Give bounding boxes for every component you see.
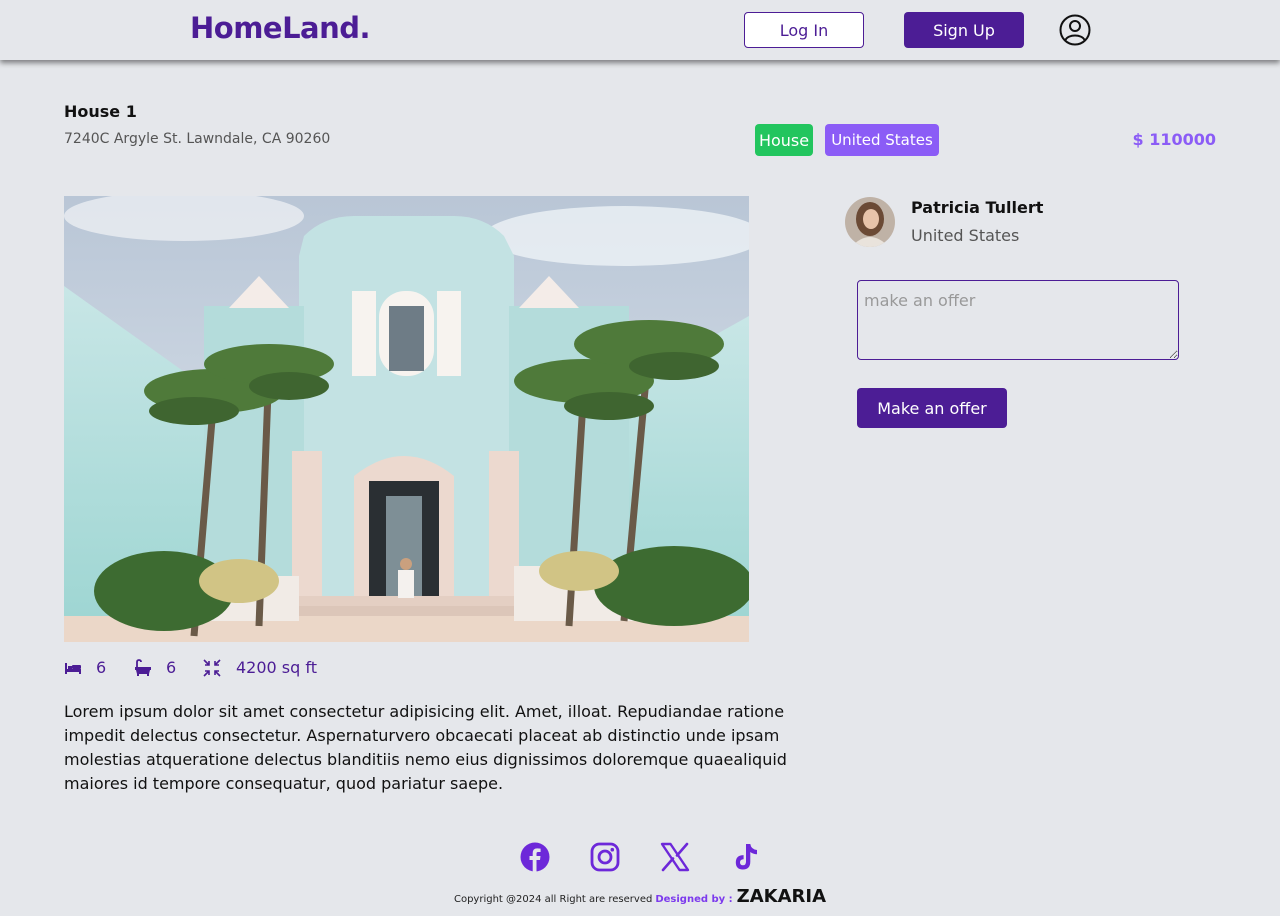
bathtub-icon — [135, 659, 151, 676]
social-links — [0, 842, 1280, 874]
copyright: Copyright @2024 all Right are reserved D… — [0, 886, 1280, 910]
make-offer-button[interactable]: Make an offer — [857, 388, 1007, 428]
agent-avatar — [845, 197, 895, 247]
listing-description: Lorem ipsum dolor sit amet consectetur a… — [64, 702, 787, 793]
bathroom-count: 6 — [166, 658, 177, 677]
agent-country: United States — [911, 226, 1020, 245]
agent-name: Patricia Tullert — [911, 198, 1044, 217]
bed-icon — [65, 663, 81, 674]
tiktok-icon[interactable] — [730, 842, 760, 872]
facebook-icon[interactable] — [520, 842, 550, 872]
x-icon[interactable] — [660, 842, 690, 872]
navbar: HomeLand. Log In Sign Up — [0, 0, 1280, 60]
user-circle-icon[interactable] — [1058, 13, 1092, 47]
login-button[interactable]: Log In — [744, 12, 864, 48]
author-name[interactable]: ZAKARIA — [737, 886, 826, 907]
bedroom-count: 6 — [96, 658, 107, 677]
logo[interactable]: HomeLand. — [190, 11, 371, 45]
listing-title: House 1 — [64, 102, 137, 121]
copyright-text: Copyright @2024 all Right are reserved — [453, 894, 653, 905]
listing-address: 7240C Argyle St. Lawndale, CA 90260 — [64, 131, 331, 147]
compress-icon — [203, 659, 221, 677]
country-tag: United States — [825, 124, 939, 156]
instagram-icon[interactable] — [590, 842, 620, 872]
offer-input[interactable] — [857, 280, 1179, 360]
house-photo — [64, 196, 749, 642]
type-tag: House — [755, 124, 813, 156]
designed-by-label: Designed by : — [655, 894, 733, 905]
listing-price: $ 110000 — [1132, 130, 1217, 149]
signup-button[interactable]: Sign Up — [904, 12, 1024, 48]
area-size: 4200 sq ft — [236, 658, 318, 677]
